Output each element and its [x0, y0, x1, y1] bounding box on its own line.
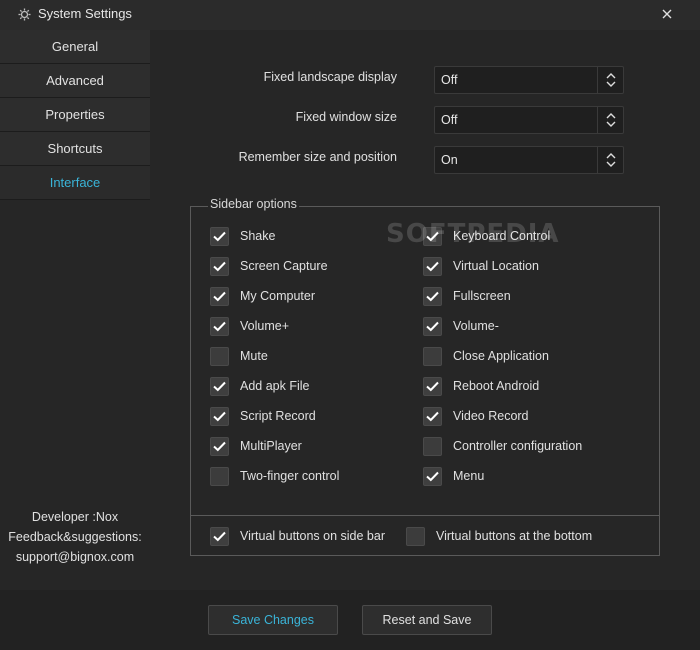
checkbox-empty-icon[interactable]: [423, 437, 442, 456]
checkmark-icon[interactable]: [210, 257, 229, 276]
window-title: System Settings: [38, 6, 132, 21]
updown-arrow-icon[interactable]: [597, 107, 623, 133]
save-changes-button[interactable]: Save Changes: [208, 605, 338, 635]
checkmark-icon[interactable]: [210, 317, 229, 336]
sidebar-options-title: Sidebar options: [208, 197, 299, 211]
fixed-window-size-label: Fixed window size: [295, 110, 397, 124]
remember-size-label: Remember size and position: [238, 150, 397, 164]
watermark: SOFTPEDIA: [386, 219, 560, 249]
checkbox-label: Virtual Location: [453, 259, 539, 273]
checkbox-empty-icon[interactable]: [423, 347, 442, 366]
checkbox-label: Script Record: [240, 409, 316, 423]
updown-arrow-icon[interactable]: [597, 147, 623, 173]
checkmark-icon[interactable]: [210, 227, 229, 246]
checkbox-label: My Computer: [240, 289, 316, 303]
fixed-window-size-select[interactable]: Off: [434, 106, 624, 134]
checkmark-icon[interactable]: [423, 407, 442, 426]
updown-arrow-icon[interactable]: [597, 67, 623, 93]
title-bar: System Settings: [0, 0, 700, 30]
checkmark-icon[interactable]: [423, 317, 442, 336]
select-value: Off: [441, 113, 458, 127]
checkbox-label: Screen Capture: [240, 259, 328, 273]
checkbox-label: Virtual buttons at the bottom: [436, 529, 593, 543]
select-value: Off: [441, 73, 458, 87]
checkbox-empty-icon[interactable]: [210, 467, 229, 486]
checkbox-label: Virtual buttons on side bar: [240, 529, 386, 543]
checkbox-label: Two-finger control: [240, 469, 340, 483]
checkbox-label: Menu: [453, 469, 485, 483]
close-icon[interactable]: [659, 6, 675, 22]
checkbox-label: Video Record: [453, 409, 529, 423]
checkbox-label: Reboot Android: [453, 379, 540, 393]
checkmark-icon[interactable]: [210, 287, 229, 306]
checkbox-label: Volume-: [453, 319, 499, 333]
checkbox-empty-icon[interactable]: [406, 527, 425, 546]
checkbox-label: Close Application: [453, 349, 549, 363]
reset-and-save-button[interactable]: Reset and Save: [362, 605, 492, 635]
checkbox-label: MultiPlayer: [240, 439, 302, 453]
checkbox-label: Mute: [240, 349, 268, 363]
checkbox-empty-icon[interactable]: [210, 347, 229, 366]
remember-size-select[interactable]: On: [434, 146, 624, 174]
checkmark-icon[interactable]: [423, 377, 442, 396]
gear-icon: [18, 8, 31, 21]
checkbox-label: Volume+: [240, 319, 289, 333]
checkbox-label: Shake: [240, 229, 276, 243]
sidebar-item-general[interactable]: General: [0, 30, 150, 64]
support-email[interactable]: support@bignox.com: [0, 550, 150, 564]
checkmark-icon[interactable]: [210, 407, 229, 426]
group-divider: [190, 515, 660, 516]
checkbox-label: Controller configuration: [453, 439, 583, 453]
fixed-landscape-label: Fixed landscape display: [263, 70, 397, 84]
checkmark-icon[interactable]: [423, 287, 442, 306]
checkmark-icon[interactable]: [210, 437, 229, 456]
checkmark-icon[interactable]: [210, 377, 229, 396]
sidebar-item-shortcuts[interactable]: Shortcuts: [0, 132, 150, 166]
sidebar-item-advanced[interactable]: Advanced: [0, 64, 150, 98]
developer-text: Developer :Nox: [31, 510, 119, 524]
checkbox-label: Fullscreen: [453, 289, 511, 303]
checkbox-label: Add apk File: [240, 379, 310, 393]
feedback-text: Feedback&suggestions:: [8, 530, 142, 544]
sidebar-item-properties[interactable]: Properties: [0, 98, 150, 132]
sidebar: General Advanced Properties Shortcuts In…: [0, 30, 150, 606]
fixed-landscape-select[interactable]: Off: [434, 66, 624, 94]
checkmark-icon[interactable]: [423, 257, 442, 276]
select-value: On: [441, 153, 458, 167]
footer: [0, 590, 700, 650]
sidebar-item-interface[interactable]: Interface: [0, 166, 150, 200]
checkmark-icon[interactable]: [210, 527, 229, 546]
checkmark-icon[interactable]: [423, 467, 442, 486]
